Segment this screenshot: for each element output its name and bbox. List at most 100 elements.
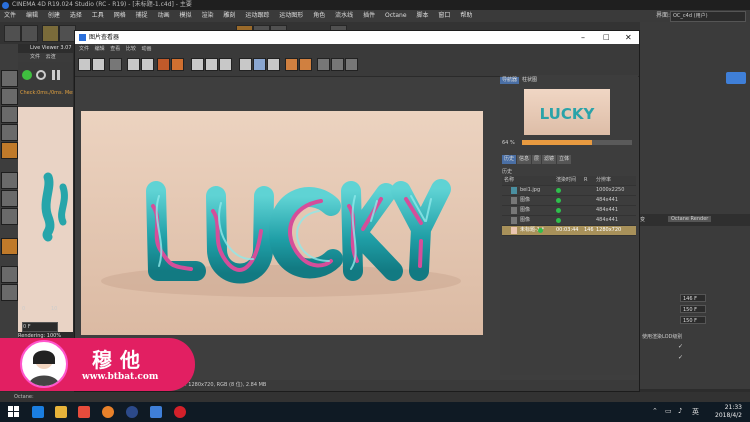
workplane-icon[interactable] — [1, 190, 18, 207]
stop-render-icon[interactable] — [171, 58, 184, 71]
model-mode-icon[interactable] — [1, 70, 18, 87]
bend-tool-icon[interactable] — [1, 238, 18, 255]
compare-icon[interactable] — [141, 58, 154, 71]
polygons-mode-icon[interactable] — [1, 142, 18, 159]
points-mode-icon[interactable] — [1, 106, 18, 123]
menu-item[interactable]: 渲染 — [201, 12, 213, 19]
menu-item[interactable]: 动画 — [141, 46, 151, 52]
menu-item[interactable]: 工具 — [92, 12, 104, 19]
close-icon[interactable]: ✕ — [625, 31, 632, 44]
tab-history[interactable]: 历史 — [502, 155, 517, 164]
gear-icon[interactable] — [22, 70, 32, 80]
menu-item[interactable]: 角色 — [313, 12, 325, 19]
tab-transform[interactable]: 变 — [640, 216, 645, 223]
filter-icon[interactable] — [317, 58, 330, 71]
menu-item[interactable]: 帮助 — [460, 12, 472, 19]
render-region-icon[interactable] — [157, 58, 170, 71]
menu-item[interactable]: 运动跟踪 — [245, 12, 269, 19]
menu-item[interactable]: Octane — [385, 12, 407, 19]
menu-item[interactable]: 编辑 — [95, 46, 105, 52]
edge-browser-icon[interactable] — [32, 406, 44, 418]
navigator-thumbnail[interactable]: LUCKY — [524, 89, 610, 135]
grid-icon[interactable] — [267, 58, 280, 71]
ab-compare-icon[interactable] — [191, 58, 204, 71]
locked-workplane-icon[interactable] — [1, 208, 18, 225]
frame-value-2[interactable]: 150 F — [680, 305, 706, 313]
pause-icon[interactable] — [52, 70, 60, 80]
menu-item[interactable]: 比较 — [126, 46, 136, 52]
split-icon[interactable] — [219, 58, 232, 71]
menu-item[interactable]: 查看 — [110, 46, 120, 52]
menu-item[interactable]: 模拟 — [180, 12, 192, 19]
tab-navigator[interactable]: 导航器 — [500, 77, 520, 84]
render-canvas[interactable] — [81, 111, 483, 335]
tab-layers[interactable]: 层 — [532, 155, 542, 164]
header-name[interactable]: 名称 — [504, 176, 514, 185]
refresh-icon[interactable] — [36, 70, 46, 80]
network-icon[interactable]: ▭ — [665, 407, 672, 415]
menu-item[interactable]: 编辑 — [26, 12, 38, 19]
frame-field[interactable]: 0 F — [22, 322, 58, 332]
menu-item[interactable]: 插件 — [363, 12, 375, 19]
firefox-icon[interactable] — [102, 406, 114, 418]
b-icon[interactable] — [299, 58, 312, 71]
frame-value-3[interactable]: 150 F — [680, 316, 706, 324]
cinema4d-taskbar-icon[interactable] — [126, 406, 138, 418]
chevron-up-icon[interactable]: ⌃ — [652, 407, 658, 415]
history-row[interactable]: 图像 484x441 — [502, 216, 636, 226]
menu-item[interactable]: 脚本 — [416, 12, 428, 19]
tab-stereo[interactable]: 立体 — [557, 155, 572, 164]
menu-item[interactable]: 捕捉 — [136, 12, 148, 19]
select-tool-button[interactable] — [42, 25, 59, 42]
history-row[interactable]: bei1.jpg 1000x2250 — [502, 186, 636, 196]
swap-icon[interactable] — [205, 58, 218, 71]
edges-mode-icon[interactable] — [1, 124, 18, 141]
history-row[interactable]: 图像 484x441 — [502, 206, 636, 216]
windows-start-icon[interactable] — [8, 406, 20, 418]
minimize-icon[interactable]: – — [581, 31, 585, 44]
checkbox-checked-icon[interactable]: ✓ — [678, 343, 683, 350]
menu-item[interactable]: 创建 — [48, 12, 60, 19]
save-icon[interactable] — [92, 58, 105, 71]
sculpt-icon[interactable] — [1, 284, 18, 301]
header-render-time[interactable]: 渲染时间 — [556, 176, 576, 185]
frame-value-1[interactable]: 146 F — [680, 294, 706, 302]
ime-indicator[interactable]: 英 — [692, 407, 699, 417]
menu-item[interactable]: 雕刻 — [223, 12, 235, 19]
tab-histogram[interactable]: 柱状图 — [520, 77, 539, 84]
menu-item[interactable]: 云渲 — [46, 54, 56, 60]
layout-select[interactable]: OC_c4d (用户) — [670, 11, 746, 22]
texture-mode-icon[interactable] — [1, 88, 18, 105]
tab-filters[interactable]: 滤镜 — [542, 155, 557, 164]
menu-item[interactable]: 文件 — [30, 54, 40, 60]
menu-item[interactable]: 窗口 — [438, 12, 450, 19]
zoom-icon[interactable] — [127, 58, 140, 71]
a-icon[interactable] — [285, 58, 298, 71]
taskbar-clock[interactable]: 21:33 2018/4/2 — [715, 404, 742, 420]
redo-button[interactable] — [21, 25, 38, 42]
checkbox-checked-icon[interactable]: ✓ — [678, 354, 683, 361]
layer-icon[interactable] — [253, 58, 266, 71]
tab-octane-render[interactable]: Octane Render — [668, 216, 712, 222]
menu-item[interactable]: 文件 — [4, 12, 16, 19]
screen-recorder-icon[interactable] — [174, 406, 186, 418]
undo-button[interactable] — [4, 25, 21, 42]
fullscreen-icon[interactable] — [109, 58, 122, 71]
menu-item[interactable]: 动画 — [158, 12, 170, 19]
snap-icon[interactable] — [1, 172, 18, 189]
volume-icon[interactable]: ♪ — [678, 407, 682, 415]
channel-icon[interactable] — [239, 58, 252, 71]
tab-info[interactable]: 信息 — [517, 155, 532, 164]
cloud-drive-icon[interactable] — [150, 406, 162, 418]
history-row-selected[interactable]: 未标题-1 * 00:03:44 146 1280x720 — [502, 226, 636, 236]
header-r[interactable]: R — [584, 176, 587, 185]
open-icon[interactable] — [78, 58, 91, 71]
grid-icon[interactable] — [1, 266, 18, 283]
file-explorer-icon[interactable] — [55, 406, 67, 418]
menu-item[interactable]: 文件 — [79, 46, 89, 52]
menu-item[interactable]: 流水线 — [335, 12, 353, 19]
history-row[interactable]: 图像 484x441 — [502, 196, 636, 206]
menu-item[interactable]: 运动图形 — [279, 12, 303, 19]
zoom-slider[interactable] — [522, 140, 632, 145]
header-resolution[interactable]: 分辨率 — [596, 176, 611, 185]
